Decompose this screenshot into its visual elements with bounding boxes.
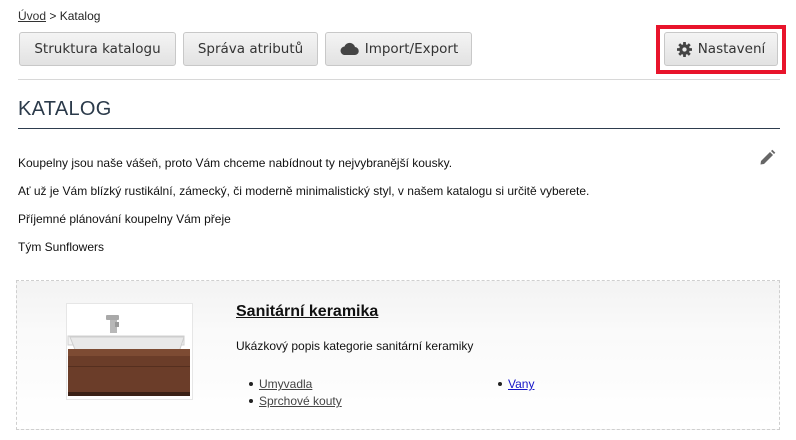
bullet — [249, 382, 253, 386]
title-underline — [18, 128, 780, 129]
intro-paragraph-4: Tým Sunflowers — [18, 240, 105, 254]
category-description: Ukázkový popis kategorie sanitární keram… — [236, 339, 474, 353]
subcategory-item: Sprchové kouty — [249, 394, 342, 408]
settings-highlight-frame — [656, 25, 786, 74]
toolbar-divider — [18, 79, 780, 80]
bullet — [249, 399, 253, 403]
subcategory-link-vany[interactable]: Vany — [508, 377, 534, 391]
category-thumbnail[interactable] — [66, 303, 193, 400]
bathroom-furniture-image — [67, 315, 190, 396]
intro-paragraph-2: Ať už je Vám blízký rustikální, zámecký,… — [18, 184, 590, 198]
breadcrumb-home-link[interactable]: Úvod — [18, 9, 46, 23]
pencil-icon[interactable] — [759, 149, 776, 171]
attributes-button[interactable]: Správa atributů — [183, 32, 318, 66]
subcategory-item: Umyvadla — [249, 377, 312, 391]
intro-paragraph-1: Koupelny jsou naše vášeň, proto Vám chce… — [18, 156, 453, 170]
subcategory-item: Vany — [498, 377, 534, 391]
attributes-button-label: Správa atributů — [197, 41, 304, 57]
intro-paragraph-3: Příjemné plánování koupelny Vám přeje — [18, 212, 231, 226]
bullet — [498, 382, 502, 386]
subcategory-link-sprchove-kouty[interactable]: Sprchové kouty — [259, 394, 342, 408]
breadcrumb-current: Katalog — [59, 9, 101, 23]
breadcrumb: Úvod > Katalog — [18, 9, 100, 23]
structure-button-label: Struktura katalogu — [34, 41, 161, 57]
breadcrumb-separator: > — [49, 9, 57, 23]
import-export-button-label: Import/Export — [364, 41, 459, 57]
import-export-button[interactable]: Import/Export — [325, 32, 472, 66]
cloud-icon — [339, 42, 359, 56]
category-title-link[interactable]: Sanitární keramika — [236, 303, 378, 321]
subcategory-link-umyvadla[interactable]: Umyvadla — [259, 377, 312, 391]
category-panel: Sanitární keramika Ukázkový popis katego… — [16, 280, 780, 430]
page-title: KATALOG — [18, 98, 112, 120]
structure-button[interactable]: Struktura katalogu — [19, 32, 176, 66]
